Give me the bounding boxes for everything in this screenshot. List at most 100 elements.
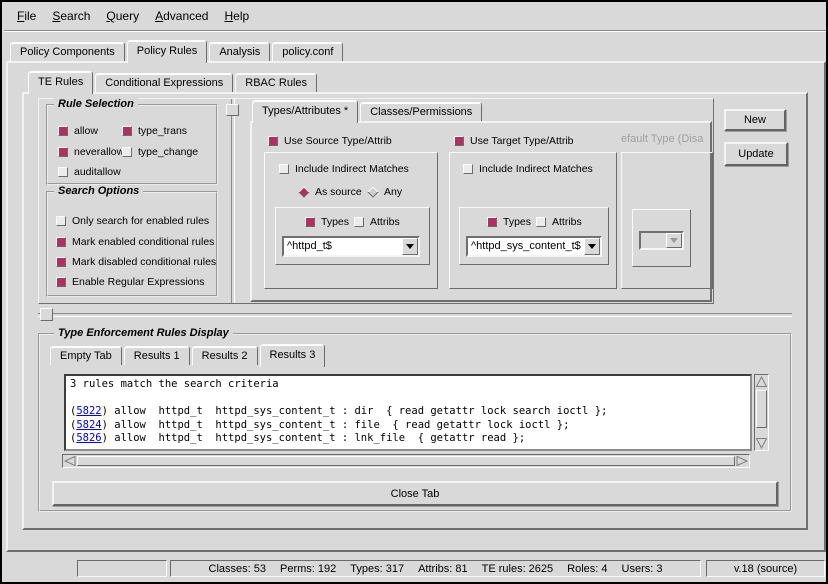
tab-empty-tab[interactable]: Empty Tab xyxy=(50,346,122,365)
new-button[interactable]: New xyxy=(724,109,786,131)
tab-classes-permissions[interactable]: Classes/Permissions xyxy=(360,102,482,121)
checkbox-indicator xyxy=(56,237,66,247)
menu-file[interactable]: File xyxy=(13,9,40,23)
radio-indicator xyxy=(298,186,309,197)
results-text-area[interactable]: 3 rules match the search criteria (5822)… xyxy=(64,374,752,451)
rule-id-link[interactable]: 5826 xyxy=(76,432,101,444)
tab-results-3[interactable]: Results 3 xyxy=(260,344,326,367)
checkbox-indicator xyxy=(463,164,473,174)
checkbox-neverallow[interactable]: neverallow xyxy=(58,146,124,158)
checkbox-label: allow xyxy=(74,125,98,137)
checkbox-source-types[interactable]: Types xyxy=(305,216,349,228)
right-arrow-icon[interactable] xyxy=(736,456,748,466)
target-type-value[interactable]: ^httpd_sys_content_t$ xyxy=(468,238,584,255)
rule-id-link[interactable]: 5824 xyxy=(76,419,101,431)
checkbox-mark-enabled-conditional[interactable]: Mark enabled conditional rules xyxy=(56,236,214,248)
checkbox-label: neverallow xyxy=(74,146,124,158)
close-tab-button[interactable]: Close Tab xyxy=(52,481,778,506)
apol-main-window: File Search Query Advanced Help Policy C… xyxy=(0,0,828,584)
checkbox-source-include-indirect[interactable]: Include Indirect Matches xyxy=(279,163,409,175)
dropdown-arrow-icon xyxy=(406,244,414,249)
checkbox-label: Include Indirect Matches xyxy=(295,163,409,175)
rule-line: (5824) allow httpd_t httpd_sys_content_t… xyxy=(70,419,746,433)
checkbox-label: Attribs xyxy=(552,216,582,228)
down-arrow-icon[interactable] xyxy=(756,437,767,449)
checkbox-enable-regex[interactable]: Enable Regular Expressions xyxy=(56,276,205,288)
checkbox-label: Mark disabled conditional rules xyxy=(72,256,216,268)
checkbox-auditallow[interactable]: auditallow xyxy=(58,166,121,178)
checkbox-indicator xyxy=(56,216,66,226)
checkbox-indicator xyxy=(122,126,132,136)
radio-indicator xyxy=(367,186,378,197)
tab-results-2[interactable]: Results 2 xyxy=(192,346,258,365)
horizontal-scrollbar[interactable] xyxy=(62,454,750,468)
checkbox-indicator xyxy=(56,277,66,287)
checkbox-target-attribs[interactable]: Attribs xyxy=(536,216,582,228)
menu-search[interactable]: Search xyxy=(48,9,94,23)
vertical-sash-handle[interactable] xyxy=(226,104,239,116)
radio-any[interactable]: Any xyxy=(368,186,402,198)
menu-bar: File Search Query Advanced Help xyxy=(4,2,828,31)
checkbox-label: auditallow xyxy=(74,166,121,178)
vertical-scrollbar-thumb[interactable] xyxy=(756,390,767,428)
status-panel-version: v.18 (source) xyxy=(706,560,825,577)
checkbox-allow[interactable]: allow xyxy=(58,125,98,137)
source-type-value[interactable]: ^httpd_t$ xyxy=(284,238,402,255)
checkbox-label: Only search for enabled rules xyxy=(72,215,209,227)
checkbox-mark-disabled-conditional[interactable]: Mark disabled conditional rules xyxy=(56,256,216,268)
target-type-dropdown-button[interactable] xyxy=(584,238,600,255)
tab-conditional-expressions[interactable]: Conditional Expressions xyxy=(95,73,233,92)
rule-line: (5822) allow httpd_t httpd_sys_content_t… xyxy=(70,405,746,419)
default-type-dropdown-button xyxy=(666,233,682,248)
policy-version: v.18 (source) xyxy=(734,563,797,575)
source-type-dropdown-button[interactable] xyxy=(402,238,418,255)
rule-text: ) allow httpd_t httpd_sys_content_t : di… xyxy=(102,405,608,417)
tab-rbac-rules[interactable]: RBAC Rules xyxy=(235,73,317,92)
checkbox-use-source-type[interactable]: Use Source Type/Attrib xyxy=(268,135,392,147)
tab-types-attributes[interactable]: Types/Attributes * xyxy=(252,100,358,123)
radio-as-source[interactable]: As source xyxy=(299,186,362,198)
checkbox-label: Mark enabled conditional rules xyxy=(72,236,214,248)
search-options-title: Search Options xyxy=(54,185,143,197)
radio-label: Any xyxy=(384,186,402,198)
tab-results-1[interactable]: Results 1 xyxy=(124,346,190,365)
tab-policy-conf[interactable]: policy.conf xyxy=(272,42,343,61)
checkbox-label: type_trans xyxy=(138,125,187,137)
menu-query[interactable]: Query xyxy=(102,9,143,23)
blank-line xyxy=(70,392,746,406)
checkbox-type-trans[interactable]: type_trans xyxy=(122,125,187,137)
checkbox-target-types[interactable]: Types xyxy=(487,216,531,228)
target-type-combobox[interactable]: ^httpd_sys_content_t$ xyxy=(466,236,602,257)
checkbox-indicator xyxy=(279,164,289,174)
tab-te-rules[interactable]: TE Rules xyxy=(28,71,93,94)
checkbox-source-attribs[interactable]: Attribs xyxy=(354,216,400,228)
checkbox-indicator xyxy=(268,136,278,146)
menu-help[interactable]: Help xyxy=(220,9,253,23)
tab-policy-rules[interactable]: Policy Rules xyxy=(127,40,208,63)
checkbox-label: Enable Regular Expressions xyxy=(72,276,205,288)
checkbox-type-change[interactable]: type_change xyxy=(122,146,198,158)
vertical-sash-line xyxy=(231,99,235,303)
left-arrow-icon[interactable] xyxy=(64,456,76,466)
checkbox-label: Types xyxy=(321,216,349,228)
rule-text: ) allow httpd_t httpd_sys_content_t : ln… xyxy=(102,432,526,444)
tab-analysis[interactable]: Analysis xyxy=(209,42,270,61)
tab-policy-components[interactable]: Policy Components xyxy=(10,42,125,61)
update-button[interactable]: Update xyxy=(724,142,788,166)
horizontal-sash-handle[interactable] xyxy=(40,308,53,321)
horizontal-scrollbar-thumb[interactable] xyxy=(77,456,735,466)
status-panel-empty xyxy=(77,560,167,577)
dropdown-arrow-icon xyxy=(588,244,596,249)
rule-id-link[interactable]: 5822 xyxy=(76,405,101,417)
checkbox-enabled-rules-only[interactable]: Only search for enabled rules xyxy=(56,215,209,227)
status-stat: TE rules: 2625 xyxy=(482,563,554,575)
source-type-combobox[interactable]: ^httpd_t$ xyxy=(282,236,420,257)
checkbox-indicator xyxy=(122,147,132,157)
menu-advanced[interactable]: Advanced xyxy=(151,9,212,23)
rule-line: (5826) allow httpd_t httpd_sys_content_t… xyxy=(70,432,746,446)
checkbox-use-target-type[interactable]: Use Target Type/Attrib xyxy=(454,135,574,147)
vertical-scrollbar[interactable] xyxy=(754,374,769,451)
up-arrow-icon[interactable] xyxy=(756,376,767,388)
checkbox-target-include-indirect[interactable]: Include Indirect Matches xyxy=(463,163,593,175)
status-panel-stats: Classes: 53 Perms: 192 Types: 317 Attrib… xyxy=(170,560,701,577)
